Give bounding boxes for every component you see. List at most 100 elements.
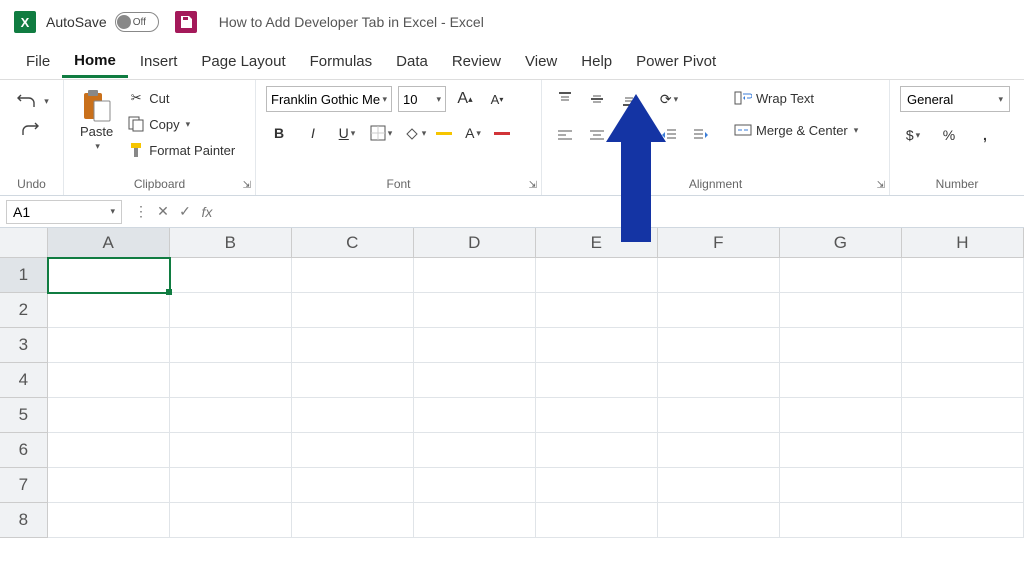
undo-dropdown-icon[interactable]: ▾ bbox=[44, 96, 49, 107]
cell[interactable] bbox=[292, 258, 414, 293]
comma-style-button[interactable]: , bbox=[972, 122, 998, 148]
cell[interactable] bbox=[658, 328, 780, 363]
column-header[interactable]: D bbox=[414, 228, 536, 258]
cell[interactable] bbox=[292, 293, 414, 328]
format-painter-button[interactable]: Format Painter bbox=[125, 138, 237, 162]
redo-button[interactable] bbox=[19, 116, 45, 142]
cell[interactable] bbox=[414, 468, 536, 503]
cell[interactable] bbox=[658, 258, 780, 293]
cell[interactable] bbox=[414, 363, 536, 398]
select-all-corner[interactable] bbox=[0, 228, 48, 258]
cell-a1[interactable] bbox=[48, 258, 170, 293]
cell[interactable] bbox=[780, 433, 902, 468]
column-header[interactable]: C bbox=[292, 228, 414, 258]
cell[interactable] bbox=[48, 398, 170, 433]
cell[interactable] bbox=[292, 398, 414, 433]
cell[interactable] bbox=[536, 468, 658, 503]
tab-file[interactable]: File bbox=[14, 47, 62, 76]
cell[interactable] bbox=[902, 503, 1024, 538]
cell[interactable] bbox=[414, 503, 536, 538]
autosave-toggle[interactable]: AutoSave Off bbox=[46, 12, 159, 32]
copy-dropdown-icon[interactable]: ▾ bbox=[186, 119, 191, 130]
copy-button[interactable]: Copy ▾ bbox=[125, 112, 237, 136]
increase-font-button[interactable]: A▴ bbox=[452, 86, 478, 112]
column-header[interactable]: E bbox=[536, 228, 658, 258]
cell[interactable] bbox=[902, 363, 1024, 398]
cell[interactable] bbox=[658, 363, 780, 398]
cell[interactable] bbox=[170, 398, 292, 433]
cell[interactable] bbox=[48, 468, 170, 503]
cell[interactable] bbox=[902, 398, 1024, 433]
cell[interactable] bbox=[658, 293, 780, 328]
cell[interactable] bbox=[780, 363, 902, 398]
number-format-select[interactable]: General ▾ bbox=[900, 86, 1010, 112]
cell[interactable] bbox=[170, 468, 292, 503]
cell[interactable] bbox=[48, 503, 170, 538]
cell[interactable] bbox=[536, 503, 658, 538]
row-header[interactable]: 5 bbox=[0, 398, 48, 433]
cell[interactable] bbox=[536, 398, 658, 433]
cell[interactable] bbox=[170, 258, 292, 293]
tab-formulas[interactable]: Formulas bbox=[298, 47, 385, 76]
row-header[interactable]: 1 bbox=[0, 258, 48, 293]
cell[interactable] bbox=[658, 433, 780, 468]
row-header[interactable]: 2 bbox=[0, 293, 48, 328]
align-right-button[interactable] bbox=[616, 122, 642, 148]
cell[interactable] bbox=[902, 433, 1024, 468]
tab-view[interactable]: View bbox=[513, 47, 569, 76]
cell[interactable] bbox=[780, 468, 902, 503]
bold-button[interactable]: B bbox=[266, 120, 292, 146]
fill-color-button[interactable]: ▾ bbox=[402, 120, 428, 146]
cell[interactable] bbox=[292, 363, 414, 398]
cut-button[interactable]: ✂ Cut bbox=[125, 86, 237, 110]
currency-button[interactable]: $▾ bbox=[900, 122, 926, 148]
column-header[interactable]: A bbox=[48, 228, 170, 258]
font-launcher-icon[interactable]: ⇲ bbox=[529, 180, 537, 191]
column-header[interactable]: H bbox=[902, 228, 1024, 258]
decrease-indent-button[interactable] bbox=[656, 122, 682, 148]
fx-icon[interactable]: fx bbox=[198, 204, 216, 220]
clipboard-launcher-icon[interactable]: ⇲ bbox=[243, 180, 251, 191]
cell[interactable] bbox=[292, 433, 414, 468]
cell[interactable] bbox=[780, 398, 902, 433]
row-header[interactable]: 6 bbox=[0, 433, 48, 468]
cell[interactable] bbox=[414, 433, 536, 468]
save-icon[interactable] bbox=[175, 11, 197, 33]
cell[interactable] bbox=[658, 503, 780, 538]
cell[interactable] bbox=[48, 363, 170, 398]
tab-review[interactable]: Review bbox=[440, 47, 513, 76]
cell[interactable] bbox=[414, 293, 536, 328]
cancel-icon[interactable]: ✕ bbox=[154, 203, 172, 220]
font-name-select[interactable]: Franklin Gothic Me ▾ bbox=[266, 86, 392, 112]
cell[interactable] bbox=[902, 328, 1024, 363]
cell[interactable] bbox=[170, 328, 292, 363]
italic-button[interactable]: I bbox=[300, 120, 326, 146]
tab-insert[interactable]: Insert bbox=[128, 47, 190, 76]
align-top-button[interactable] bbox=[552, 86, 578, 112]
cell[interactable] bbox=[292, 503, 414, 538]
cell[interactable] bbox=[902, 293, 1024, 328]
increase-indent-button[interactable] bbox=[688, 122, 714, 148]
cell[interactable] bbox=[780, 293, 902, 328]
cell[interactable] bbox=[48, 328, 170, 363]
row-header[interactable]: 8 bbox=[0, 503, 48, 538]
cell[interactable] bbox=[536, 258, 658, 293]
merge-center-button[interactable]: Merge & Center ▾ bbox=[732, 118, 860, 142]
orientation-button[interactable]: ⟳▾ bbox=[656, 86, 682, 112]
cell[interactable] bbox=[536, 293, 658, 328]
cell[interactable] bbox=[780, 328, 902, 363]
align-middle-button[interactable] bbox=[584, 86, 610, 112]
merge-dropdown-icon[interactable]: ▾ bbox=[854, 125, 859, 136]
cell[interactable] bbox=[292, 468, 414, 503]
cell[interactable] bbox=[292, 328, 414, 363]
cell[interactable] bbox=[170, 433, 292, 468]
cell[interactable] bbox=[48, 433, 170, 468]
cell[interactable] bbox=[414, 398, 536, 433]
row-header[interactable]: 3 bbox=[0, 328, 48, 363]
decrease-font-button[interactable]: A▾ bbox=[484, 86, 510, 112]
cell[interactable] bbox=[414, 258, 536, 293]
tab-power-pivot[interactable]: Power Pivot bbox=[624, 47, 728, 76]
cell[interactable] bbox=[902, 468, 1024, 503]
cell[interactable] bbox=[536, 433, 658, 468]
cell[interactable] bbox=[658, 398, 780, 433]
